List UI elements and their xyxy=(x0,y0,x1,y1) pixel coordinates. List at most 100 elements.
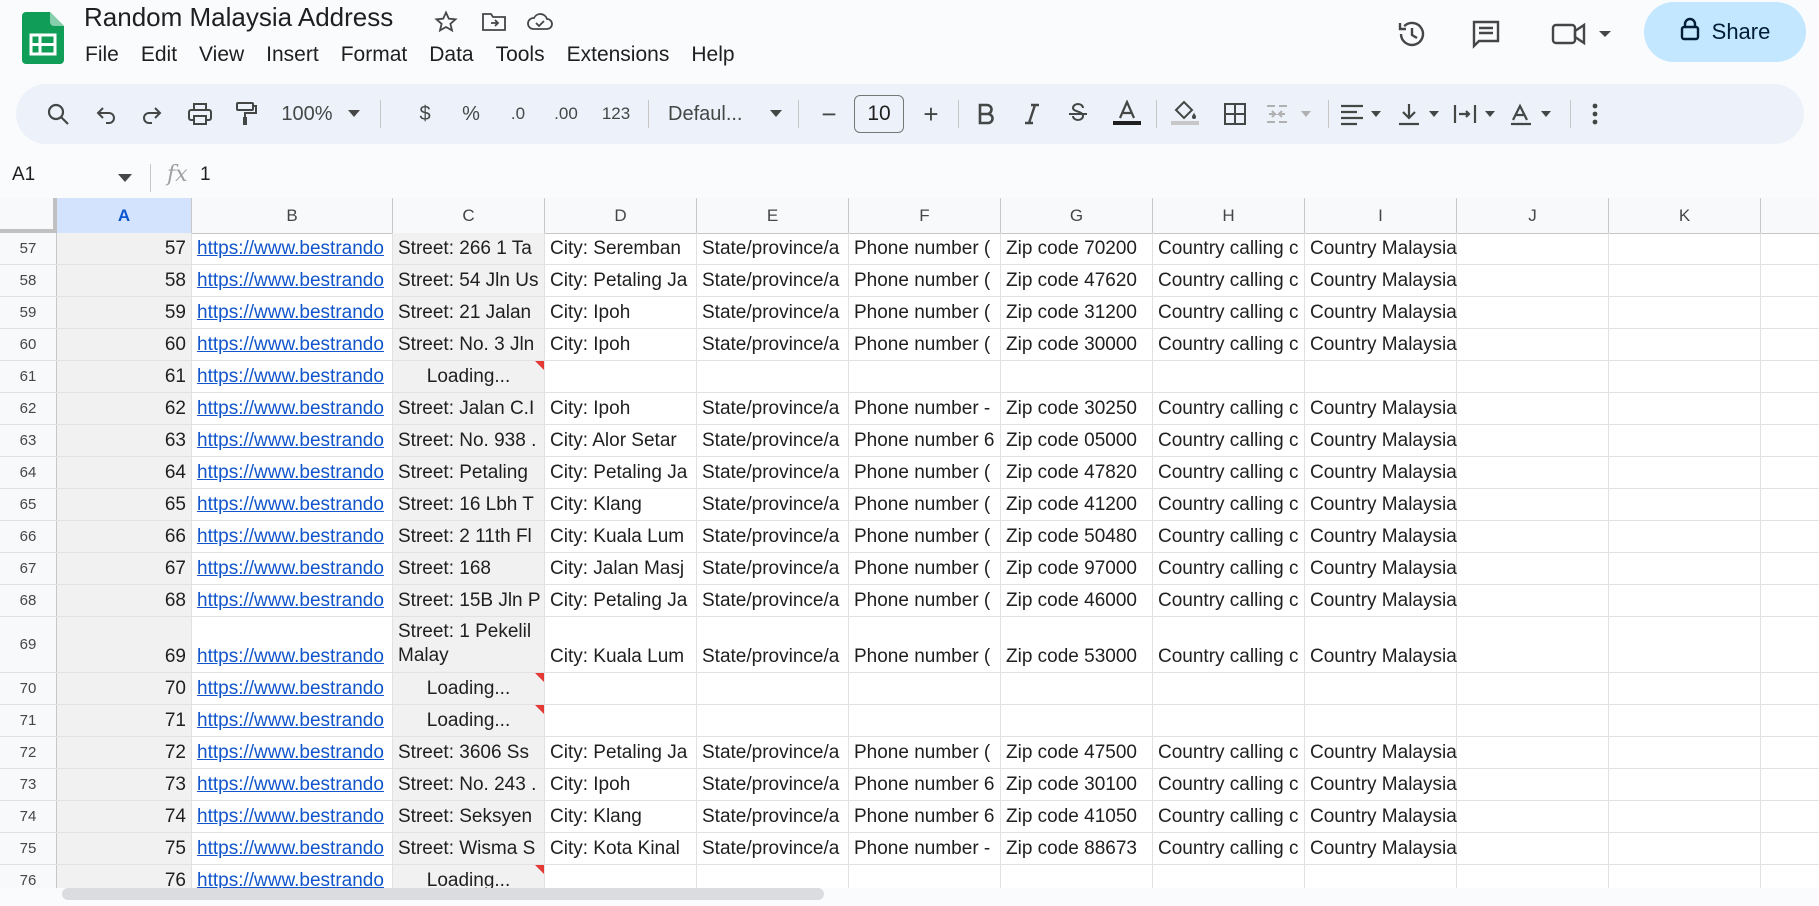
cell-i[interactable]: Country Malaysia xyxy=(1305,801,1457,832)
row-header[interactable]: 60 xyxy=(0,329,57,360)
cell-empty[interactable] xyxy=(1609,617,1761,672)
cell-d[interactable]: City: Ipoh xyxy=(545,393,697,424)
decrease-font-size-button[interactable]: − xyxy=(814,84,844,144)
cell-a[interactable]: 68 xyxy=(57,585,192,616)
cell-empty[interactable] xyxy=(1457,833,1609,864)
column-header-h[interactable]: H xyxy=(1153,198,1305,233)
cell-d[interactable]: City: Seremban xyxy=(545,233,697,264)
menu-insert[interactable]: Insert xyxy=(255,40,330,70)
cell-empty[interactable] xyxy=(849,705,1001,736)
cell-empty[interactable] xyxy=(1153,705,1305,736)
cell-f[interactable]: Phone number ( xyxy=(849,233,1001,264)
url-link[interactable]: https://www.bestrando xyxy=(197,526,384,548)
cell-i[interactable]: Country Malaysia xyxy=(1305,553,1457,584)
cell-c[interactable]: Street: No. 938 . xyxy=(393,425,545,456)
version-history-icon[interactable] xyxy=(1392,14,1432,54)
row-header[interactable]: 68 xyxy=(0,585,57,616)
cell-b[interactable]: https://www.bestrando xyxy=(192,329,393,360)
row-header[interactable]: 57 xyxy=(0,233,57,264)
menu-tools[interactable]: Tools xyxy=(485,40,556,70)
cell-c[interactable]: Street: 54 Jln Us xyxy=(393,265,545,296)
cell-empty[interactable] xyxy=(1457,865,1609,888)
cell-a[interactable]: 71 xyxy=(57,705,192,736)
cell-d[interactable]: City: Ipoh xyxy=(545,329,697,360)
cell-h[interactable]: Country calling c xyxy=(1153,553,1305,584)
cell-b[interactable]: https://www.bestrando xyxy=(192,233,393,264)
cell-d[interactable]: City: Petaling Ja xyxy=(545,457,697,488)
horizontal-scrollbar[interactable] xyxy=(62,888,824,900)
cell-empty[interactable] xyxy=(1457,769,1609,800)
row-header[interactable]: 74 xyxy=(0,801,57,832)
error-indicator-icon[interactable] xyxy=(535,361,544,370)
row-header[interactable]: 72 xyxy=(0,737,57,768)
cell-d[interactable]: City: Kuala Lum xyxy=(545,521,697,552)
cell-empty[interactable] xyxy=(545,865,697,888)
cell-empty[interactable] xyxy=(1609,737,1761,768)
cell-g[interactable]: Zip code 47820 xyxy=(1001,457,1153,488)
cell-b[interactable]: https://www.bestrando xyxy=(192,361,393,392)
cell-c-loading[interactable]: Loading... xyxy=(393,673,545,704)
increase-decimal-button[interactable]: .00 xyxy=(546,84,586,144)
fill-color-icon[interactable] xyxy=(1166,84,1204,144)
cell-empty[interactable] xyxy=(1609,865,1761,888)
cell-h[interactable]: Country calling c xyxy=(1153,265,1305,296)
cell-b[interactable]: https://www.bestrando xyxy=(192,585,393,616)
cell-empty[interactable] xyxy=(1457,737,1609,768)
column-header-k[interactable]: K xyxy=(1609,198,1761,233)
cell-f[interactable]: Phone number ( xyxy=(849,329,1001,360)
cell-d[interactable]: City: Alor Setar xyxy=(545,425,697,456)
cell-h[interactable]: Country calling c xyxy=(1153,521,1305,552)
star-icon[interactable] xyxy=(432,8,460,36)
cell-empty[interactable] xyxy=(697,865,849,888)
spreadsheet-grid[interactable]: ABCDEFGHIJK 57 57 https://www.bestrando Str… xyxy=(0,198,1819,888)
cell-g[interactable]: Zip code 30000 xyxy=(1001,329,1153,360)
cell-g[interactable]: Zip code 50480 xyxy=(1001,521,1153,552)
cell-empty[interactable] xyxy=(1609,521,1761,552)
redo-icon[interactable] xyxy=(132,84,172,144)
cell-d[interactable]: City: Kuala Lum xyxy=(545,617,697,672)
cell-a[interactable]: 63 xyxy=(57,425,192,456)
row-header[interactable]: 59 xyxy=(0,297,57,328)
url-link[interactable]: https://www.bestrando xyxy=(197,398,384,420)
cell-c[interactable]: Street: 2 11th Fl xyxy=(393,521,545,552)
cell-b[interactable]: https://www.bestrando xyxy=(192,297,393,328)
merge-cells-icon[interactable] xyxy=(1262,84,1318,144)
cell-empty[interactable] xyxy=(1609,673,1761,704)
url-link[interactable]: https://www.bestrando xyxy=(197,302,384,324)
name-box[interactable]: A1 xyxy=(12,164,35,186)
url-link[interactable]: https://www.bestrando xyxy=(197,270,384,292)
cell-e[interactable]: State/province/a xyxy=(697,393,849,424)
cell-d[interactable]: City: Ipoh xyxy=(545,769,697,800)
meet-video-icon[interactable] xyxy=(1546,14,1616,54)
url-link[interactable]: https://www.bestrando xyxy=(197,462,384,484)
cell-empty[interactable] xyxy=(1609,553,1761,584)
url-link[interactable]: https://www.bestrando xyxy=(197,742,384,764)
cell-g[interactable]: Zip code 46000 xyxy=(1001,585,1153,616)
cell-g[interactable]: Zip code 97000 xyxy=(1001,553,1153,584)
cell-d[interactable]: City: Kota Kinal xyxy=(545,833,697,864)
cell-d[interactable]: City: Klang xyxy=(545,801,697,832)
move-folder-icon[interactable] xyxy=(480,8,508,36)
cell-c[interactable]: Street: Wisma S xyxy=(393,833,545,864)
cell-empty[interactable] xyxy=(1609,361,1761,392)
column-header-g[interactable]: G xyxy=(1001,198,1153,233)
cell-empty[interactable] xyxy=(1609,297,1761,328)
cell-g[interactable]: Zip code 30250 xyxy=(1001,393,1153,424)
cell-i[interactable]: Country Malaysia xyxy=(1305,769,1457,800)
cell-e[interactable]: State/province/a xyxy=(697,329,849,360)
cell-c[interactable]: Street: 266 1 Ta xyxy=(393,233,545,264)
decrease-decimal-button[interactable]: .0 xyxy=(500,84,536,144)
cell-e[interactable]: State/province/a xyxy=(697,801,849,832)
cell-empty[interactable] xyxy=(1153,865,1305,888)
cell-e[interactable]: State/province/a xyxy=(697,297,849,328)
cell-c[interactable]: Street: 16 Lbh T xyxy=(393,489,545,520)
url-link[interactable]: https://www.bestrando xyxy=(197,838,384,860)
cell-a[interactable]: 74 xyxy=(57,801,192,832)
comments-icon[interactable] xyxy=(1466,14,1506,54)
cell-h[interactable]: Country calling c xyxy=(1153,801,1305,832)
cell-f[interactable]: Phone number - xyxy=(849,393,1001,424)
vertical-align-icon[interactable] xyxy=(1396,84,1446,144)
row-header[interactable]: 69 xyxy=(0,617,57,672)
text-wrapping-icon[interactable] xyxy=(1452,84,1502,144)
select-all-corner[interactable] xyxy=(0,198,57,233)
